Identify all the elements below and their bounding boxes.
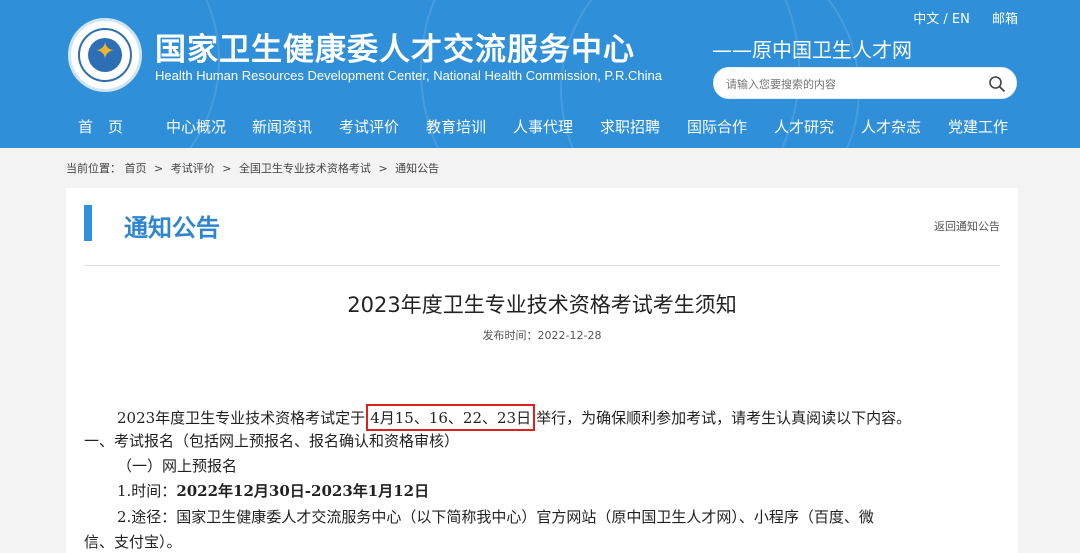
breadcrumb-item-exams[interactable]: 考试评价 xyxy=(171,160,215,176)
time-value: 2022年12月30日-2023年1月12日 xyxy=(176,482,430,500)
back-to-notices-link[interactable]: 返回通知公告 xyxy=(934,218,1000,234)
paragraph-text: 2023年度卫生专业技术资格考试定于 xyxy=(117,409,366,427)
breadcrumb-item-qualification-exam[interactable]: 全国卫生专业技术资格考试 xyxy=(239,160,371,176)
search-box xyxy=(713,67,1017,99)
paragraph-text: 2.途径：国家卫生健康委人才交流服务中心（以下简称我中心）官方网站（原中国卫生人… xyxy=(117,508,874,526)
nav-item-exams[interactable]: 考试评价 xyxy=(339,116,399,137)
site-logo[interactable]: ✦ xyxy=(68,18,142,92)
nav-item-home[interactable]: 首 页 xyxy=(78,116,123,137)
article-paragraph: 2023年度卫生专业技术资格考试定于 4月15、16、22、23日 举行，为确保顺利… xyxy=(84,404,1000,431)
nav-item-research[interactable]: 人才研究 xyxy=(774,116,834,137)
top-links: 中文 / EN 邮箱 xyxy=(913,8,1018,27)
heading-text: 一、考试报名（包括网上预报名、报名确认和资格审核） xyxy=(84,432,460,450)
breadcrumb-item-notices[interactable]: 通知公告 xyxy=(395,160,439,176)
breadcrumb: 当前位置： 首页 > 考试评价 > 全国卫生专业技术资格考试 > 通知公告 xyxy=(66,160,439,176)
search-icon[interactable] xyxy=(988,75,1006,93)
nav-item-about[interactable]: 中心概况 xyxy=(166,116,226,137)
section-title: 通知公告 xyxy=(124,214,220,242)
nav-item-training[interactable]: 教育培训 xyxy=(426,116,486,137)
article-heading: 一、考试报名（包括网上预报名、报名确认和资格审核） xyxy=(84,430,1000,451)
article-subheading: （一）网上预报名 xyxy=(84,455,1000,476)
paragraph-text: 举行，为确保顺利参加考试，请考生认真阅读以下内容。 xyxy=(536,409,912,427)
logo-star-icon: ✦ xyxy=(94,37,116,65)
subheading-text: （一）网上预报名 xyxy=(117,457,238,475)
article-title: 2023年度卫生专业技术资格考试考生须知 xyxy=(347,293,737,317)
nav-item-jobs[interactable]: 求职招聘 xyxy=(600,116,660,137)
nav-item-international[interactable]: 国际合作 xyxy=(687,116,747,137)
exam-dates-highlight: 4月15、16、22、23日 xyxy=(366,404,536,431)
paragraph-text: 信、支付宝）。 xyxy=(84,533,182,551)
section-accent-bar xyxy=(84,205,92,241)
search-input[interactable] xyxy=(726,74,976,94)
nav-item-hr-agency[interactable]: 人事代理 xyxy=(513,116,573,137)
main-nav: 首 页 中心概况 新闻资讯 考试评价 教育培训 人事代理 求职招聘 国际合作 人… xyxy=(0,104,1080,148)
nav-item-party[interactable]: 党建工作 xyxy=(948,116,1008,137)
breadcrumb-item-home[interactable]: 首页 xyxy=(125,160,147,176)
article-paragraph: 1.时间：2022年12月30日-2023年1月12日 xyxy=(84,480,1000,501)
breadcrumb-separator: > xyxy=(378,162,388,175)
article-paragraph: 2.途径：国家卫生健康委人才交流服务中心（以下简称我中心）官方网站（原中国卫生人… xyxy=(84,506,1000,527)
site-name-cn: 国家卫生健康委人才交流服务中心 xyxy=(155,32,635,68)
breadcrumb-separator: > xyxy=(222,162,232,175)
divider xyxy=(84,265,1000,266)
publish-date-value: 2022-12-28 xyxy=(537,329,602,342)
publish-date-label: 发布时间： xyxy=(482,329,538,342)
breadcrumb-separator: > xyxy=(154,162,164,175)
nav-item-magazine[interactable]: 人才杂志 xyxy=(861,116,921,137)
time-label: 1.时间： xyxy=(117,482,177,500)
content-panel: 通知公告 返回通知公告 2023年度卫生专业技术资格考试考生须知 发布时间：20… xyxy=(66,188,1018,553)
language-switch-link[interactable]: 中文 / EN xyxy=(913,8,970,27)
nav-item-news[interactable]: 新闻资讯 xyxy=(252,116,312,137)
mail-link[interactable]: 邮箱 xyxy=(992,8,1018,27)
site-name-en: Health Human Resources Development Cente… xyxy=(155,68,662,83)
article-paragraph: 信、支付宝）。 xyxy=(84,531,1000,552)
site-subtitle: ——原中国卫生人才网 xyxy=(712,38,912,62)
publish-date: 发布时间：2022-12-28 xyxy=(66,327,1018,343)
site-header: ✦ 国家卫生健康委人才交流服务中心 Health Human Resources… xyxy=(0,0,1080,148)
breadcrumb-label: 当前位置： xyxy=(66,162,121,175)
